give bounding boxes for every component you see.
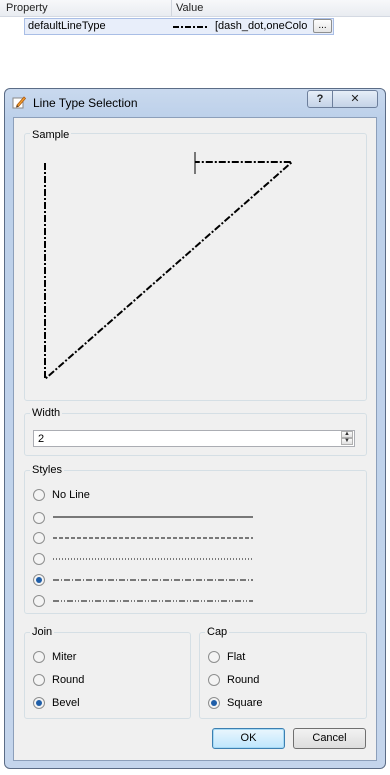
column-separator[interactable] (171, 0, 172, 16)
help-button[interactable]: ? (307, 90, 333, 108)
cap-group (199, 632, 367, 719)
sample-group-title: Sample (30, 129, 72, 141)
radio-no-line[interactable] (33, 489, 45, 501)
solid-line-preview (53, 516, 253, 518)
radio-bevel[interactable] (33, 697, 45, 709)
cap-label-round: Round (227, 674, 260, 686)
radio-dot[interactable] (33, 553, 45, 565)
join-label-round: Round (52, 674, 85, 686)
styles-group-title: Styles (30, 464, 64, 476)
width-value[interactable]: 2 (38, 433, 44, 445)
cap-label-square: Square (227, 697, 263, 709)
cap-group-title: Cap (205, 626, 230, 638)
property-grid-header: Property Value (0, 0, 390, 17)
value-column-header[interactable]: Value (176, 2, 203, 14)
radio-dash[interactable] (33, 532, 45, 544)
join-group (24, 632, 191, 719)
sample-preview (44, 152, 293, 380)
join-label-miter: Miter (52, 651, 77, 663)
width-spinbox[interactable]: 2 ▲ ▼ (33, 430, 355, 447)
radio-solid[interactable] (33, 512, 45, 524)
radio-join-round[interactable] (33, 674, 45, 686)
pencil-icon (12, 96, 26, 109)
radio-dash-dot-dot[interactable] (33, 595, 45, 607)
cancel-button[interactable]: Cancel (293, 728, 366, 749)
radio-square[interactable] (208, 697, 220, 709)
dash-line-preview (53, 537, 253, 539)
radio-miter[interactable] (33, 651, 45, 663)
dialog-title: Line Type Selection (33, 96, 138, 110)
radio-flat[interactable] (208, 651, 220, 663)
property-name: defaultLineType (28, 20, 106, 32)
dash-dot-dot-line-preview (53, 600, 253, 602)
property-row-default-line-type[interactable]: defaultLineType [dash_dot,oneColo ... (24, 18, 334, 35)
join-group-title: Join (30, 626, 55, 638)
dash-dot-line-preview (53, 579, 253, 581)
ok-button[interactable]: OK (212, 728, 285, 749)
ellipsis-button[interactable]: ... (313, 19, 332, 33)
cap-label-flat: Flat (227, 651, 246, 663)
join-label-bevel: Bevel (52, 697, 80, 709)
radio-cap-round[interactable] (208, 674, 220, 686)
width-group-title: Width (30, 407, 63, 419)
dialog-titlebar[interactable]: Line Type Selection ? ✕ (5, 89, 385, 113)
property-value: [dash_dot,oneColo (215, 20, 308, 32)
radio-dash-dot[interactable] (33, 574, 45, 586)
dot-line-preview (53, 558, 253, 560)
style-label-no-line: No Line (52, 489, 90, 501)
spin-down-icon[interactable]: ▼ (341, 438, 353, 445)
spin-up-icon[interactable]: ▲ (341, 431, 353, 438)
close-button[interactable]: ✕ (332, 90, 378, 108)
line-preview-icon (173, 26, 209, 28)
property-column-header[interactable]: Property (6, 2, 48, 14)
